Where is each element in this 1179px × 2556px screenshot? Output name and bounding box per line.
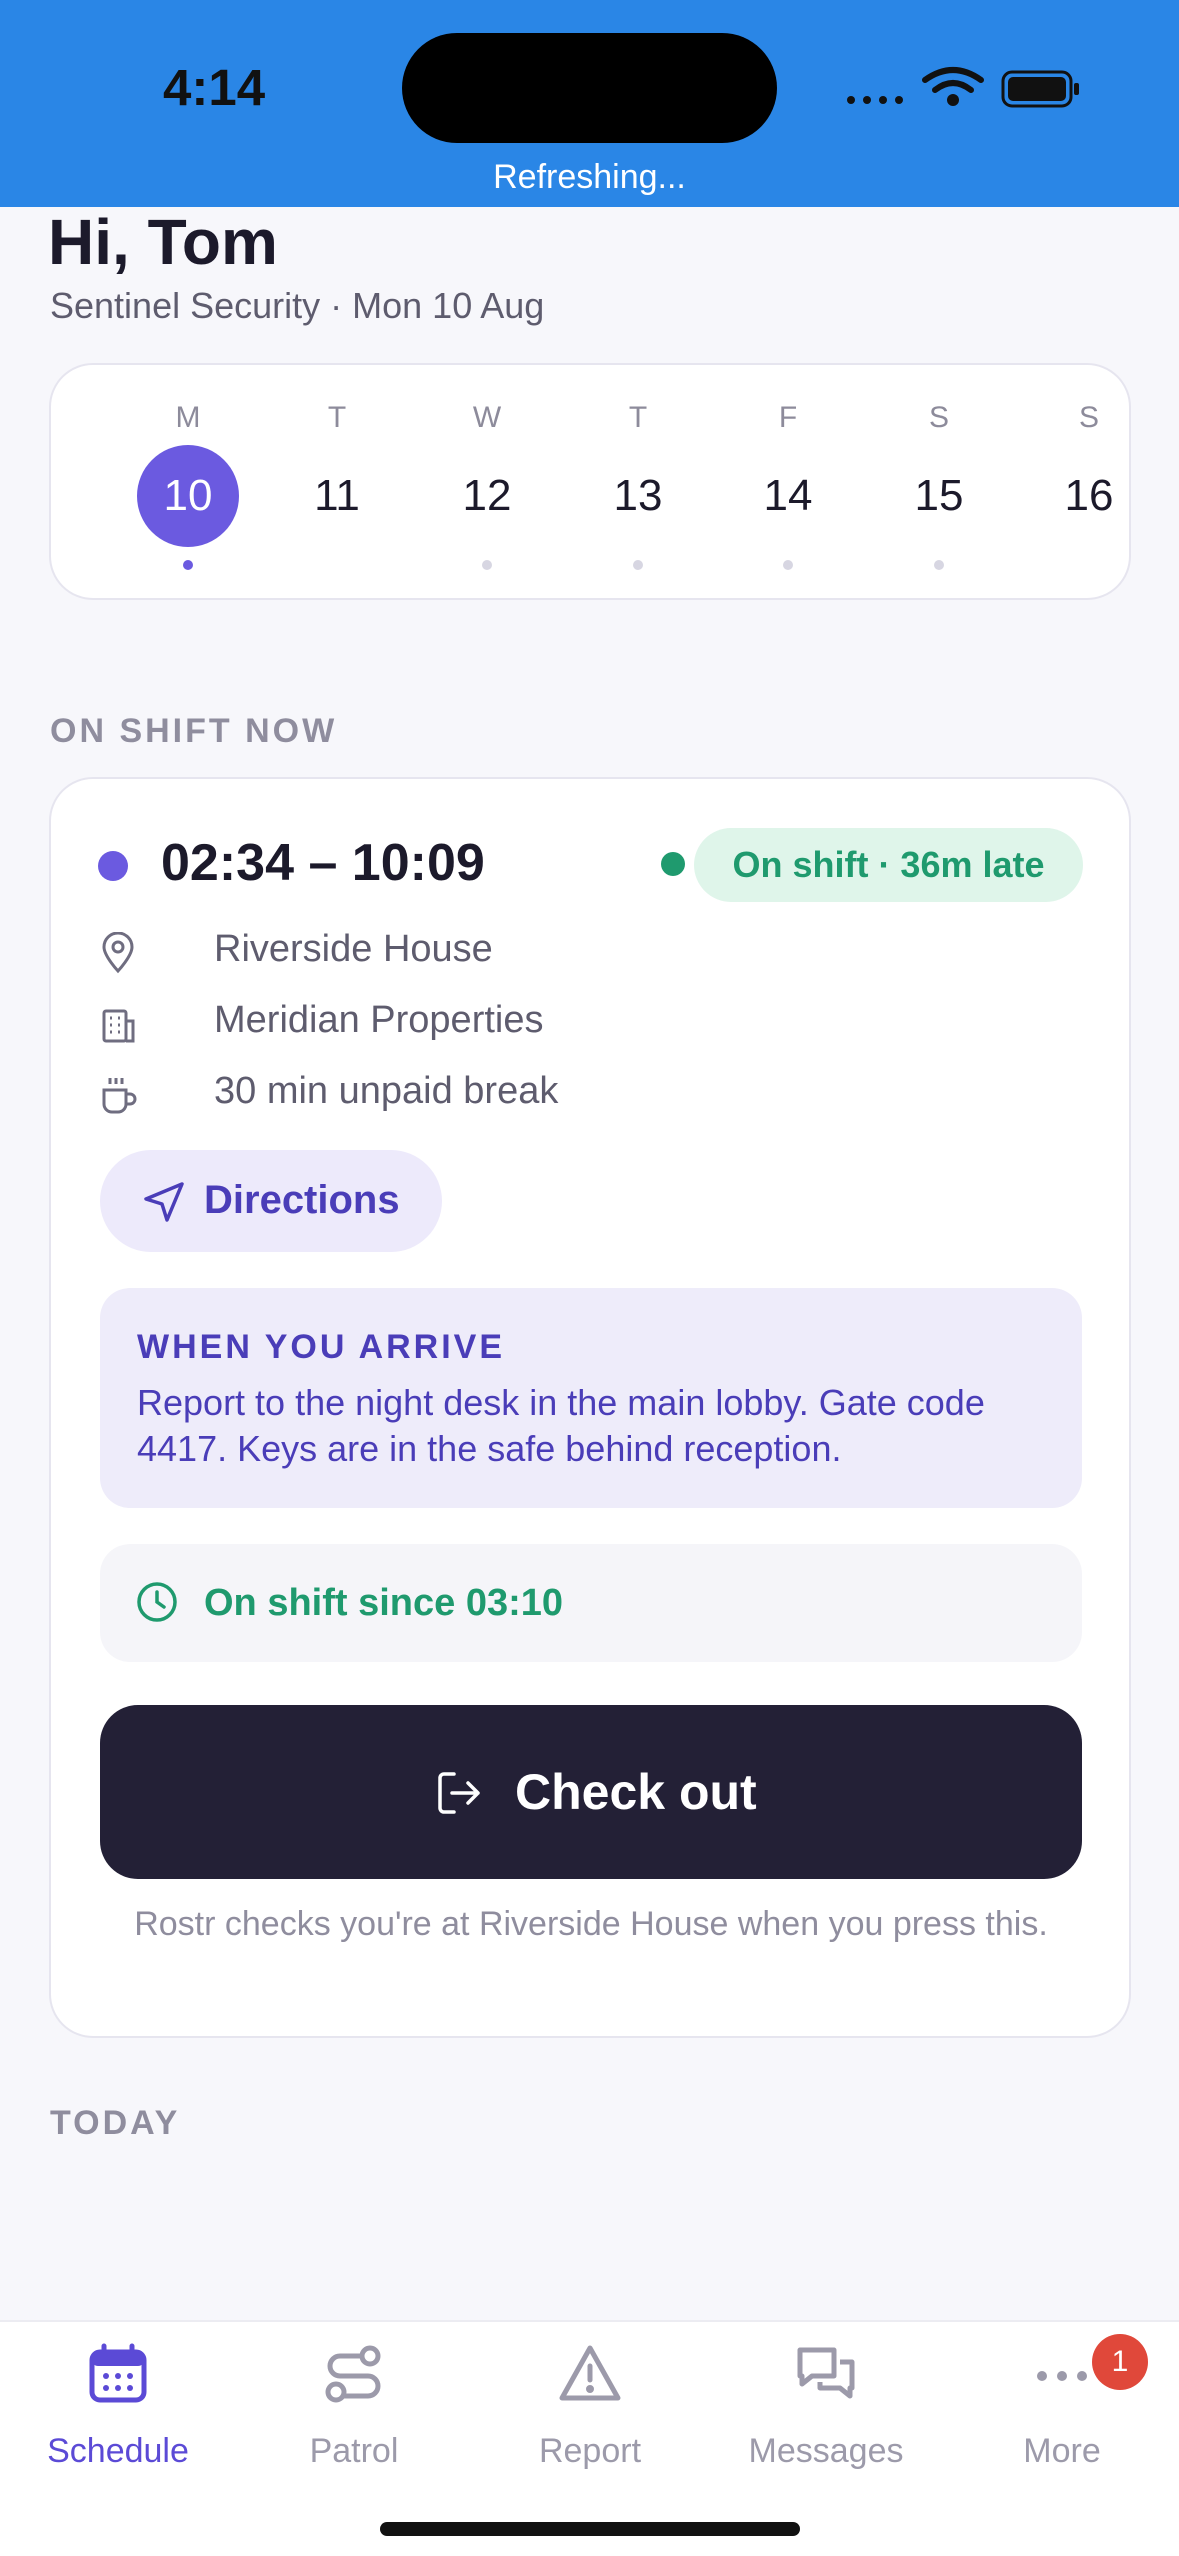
day-number: 15 [914, 471, 964, 520]
shift-indicator-dot [482, 560, 492, 570]
status-bar: 4:14 Refreshing... [0, 0, 1179, 207]
chat-icon [797, 2347, 855, 2399]
tab-report[interactable]: Report [472, 2322, 708, 2502]
shift-indicator-dot [183, 560, 193, 570]
coffee-cup-icon [102, 1078, 137, 1114]
day-of-week: W [472, 401, 502, 434]
cellular-signal-icon [847, 96, 903, 104]
calendar-icon [89, 2343, 147, 2403]
arrival-instructions: WHEN YOU ARRIVE Report to the night desk… [100, 1288, 1082, 1508]
section-label-on-shift: ON SHIFT NOW [50, 712, 338, 750]
tab-label: Schedule [47, 2432, 189, 2470]
check-out-note: Rostr checks you're at Riverside House w… [134, 1905, 1048, 1943]
tab-label: Patrol [309, 2432, 399, 2470]
current-shift-card[interactable]: 02:34 – 10:09 On shift · 36m late Rivers… [49, 777, 1131, 2038]
tab-more[interactable]: 1 More [944, 2322, 1179, 2502]
calendar-day[interactable]: T 11 [277, 365, 397, 602]
check-out-button[interactable]: Check out [100, 1705, 1082, 1879]
tab-label: More [1023, 2432, 1101, 2470]
location-pin-icon [102, 932, 134, 974]
day-of-week: S [928, 401, 949, 434]
day-number: 10 [137, 445, 239, 547]
tab-label: Report [538, 2432, 642, 2470]
on-shift-since-text: On shift since 03:10 [204, 1582, 564, 1624]
check-out-label: Check out [515, 1764, 757, 1820]
on-shift-since-banner: On shift since 03:10 [100, 1544, 1082, 1662]
day-number: 11 [314, 471, 360, 520]
shift-client: Meridian Properties [214, 999, 544, 1041]
bottom-tab-bar: Schedule Patrol Report Messages 1 More [0, 2320, 1179, 2556]
directions-label: Directions [204, 1178, 400, 1222]
shift-break: 30 min unpaid break [214, 1070, 559, 1112]
shift-time-range: 02:34 – 10:09 [161, 834, 485, 892]
day-of-week: F [778, 401, 798, 434]
shift-indicator-dot [934, 560, 944, 570]
day-number: 14 [763, 471, 813, 520]
battery-icon [1001, 70, 1079, 108]
greeting-title: Hi, Tom [48, 206, 278, 278]
shift-color-dot [98, 851, 128, 881]
day-number: 12 [462, 471, 512, 520]
calendar-day[interactable]: S 15 [879, 365, 999, 602]
dynamic-island [402, 33, 777, 143]
calendar-day[interactable]: S 16 [1029, 365, 1149, 602]
day-number: 16 [1064, 471, 1114, 520]
shift-indicator-dot [783, 560, 793, 570]
tab-label: Messages [748, 2432, 904, 2470]
directions-button[interactable]: Directions [100, 1150, 442, 1252]
day-of-week: M [175, 401, 201, 434]
status-badge: On shift · 36m late [694, 828, 1083, 902]
navigation-arrow-icon [144, 1182, 184, 1222]
logout-icon [438, 1772, 480, 1814]
tab-messages[interactable]: Messages [708, 2322, 944, 2502]
status-icons [845, 64, 1085, 114]
status-dot [651, 842, 695, 886]
calendar-day[interactable]: T 13 [578, 365, 698, 602]
day-of-week: T [327, 401, 347, 434]
route-icon [325, 2345, 381, 2403]
building-icon [102, 1009, 135, 1043]
greeting-subtitle: Sentinel Security · Mon 10 Aug [50, 285, 545, 326]
day-of-week: S [1078, 401, 1099, 434]
day-of-week: T [628, 401, 648, 434]
tab-schedule[interactable]: Schedule [0, 2322, 236, 2502]
calendar-day[interactable]: M 10 [128, 365, 248, 602]
arrival-body: Report to the night desk in the main lob… [137, 1382, 985, 1469]
clock-icon [137, 1582, 177, 1622]
notification-badge: 1 [1092, 2334, 1148, 2390]
calendar-day[interactable]: W 12 [427, 365, 547, 602]
shift-indicator-dot [633, 560, 643, 570]
week-calendar-strip: M 10 T 11 W 12 T 13 F 14 S 15 S 16 [49, 363, 1131, 600]
status-time: 4:14 [163, 59, 266, 116]
calendar-day[interactable]: F 14 [728, 365, 848, 602]
wifi-icon [922, 67, 984, 93]
shift-location: Riverside House [214, 928, 493, 970]
wifi-icon-dot [947, 94, 959, 106]
day-number: 13 [613, 471, 663, 520]
tab-patrol[interactable]: Patrol [236, 2322, 472, 2502]
warning-icon [559, 2345, 621, 2401]
home-indicator [380, 2522, 800, 2536]
arrival-title: WHEN YOU ARRIVE [137, 1328, 506, 1366]
refreshing-indicator: Refreshing... [493, 158, 686, 196]
section-label-today: TODAY [50, 2104, 181, 2142]
more-icon [1037, 2371, 1087, 2381]
